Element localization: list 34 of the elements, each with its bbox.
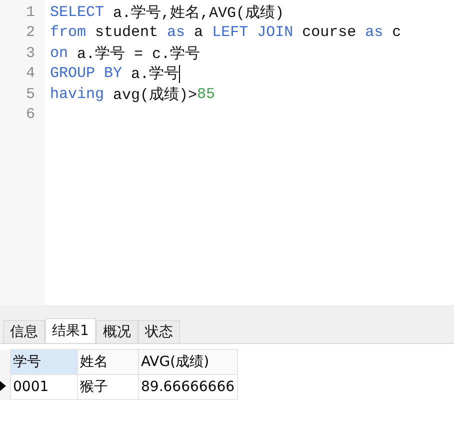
sql-keyword: GROUP BY (50, 65, 122, 82)
sql-keyword: as (167, 24, 186, 42)
column-header[interactable]: AVG(成绩) (138, 350, 238, 374)
sql-code: a.学号,姓名,AVG(成绩) (112, 4, 284, 22)
result-tab[interactable]: 状态 (138, 320, 180, 343)
sql-code: c (391, 24, 402, 42)
sql-code: a (193, 24, 204, 42)
table-cell: 猴子 (78, 374, 138, 400)
line-number: 5 (24, 86, 36, 103)
sql-code: avg(成绩)> (112, 86, 198, 104)
column-header[interactable]: 姓名 (78, 350, 138, 374)
line-number: 2 (24, 24, 36, 42)
result-tab[interactable]: 概况 (96, 320, 138, 343)
sql-keyword: SELECT (50, 4, 104, 21)
splitter-bar[interactable] (0, 305, 454, 318)
sql-number: 85 (197, 86, 216, 103)
line-number: 3 (24, 44, 36, 62)
line-number: 1 (24, 4, 36, 21)
result-tab[interactable]: 结果1 (45, 318, 96, 343)
table-cell: 89.66666666 (138, 374, 238, 400)
sql-code: a.学号 (130, 64, 180, 84)
line-number: 4 (24, 65, 36, 82)
sql-code: course (301, 24, 358, 42)
sql-keyword: from (50, 24, 86, 42)
line-number: 6 (24, 106, 36, 124)
sql-keyword: on (50, 44, 68, 62)
result-tab[interactable]: 信息 (3, 320, 45, 343)
column-header[interactable]: 学号 (10, 350, 78, 374)
table-cell: 0001 (10, 374, 78, 400)
sql-keyword: as (365, 24, 384, 42)
sql-code: a.学号 = c.学号 (76, 44, 200, 63)
sql-keyword: having (50, 86, 104, 103)
sql-keyword: LEFT JOIN (212, 24, 294, 42)
sql-code: student (94, 24, 160, 42)
